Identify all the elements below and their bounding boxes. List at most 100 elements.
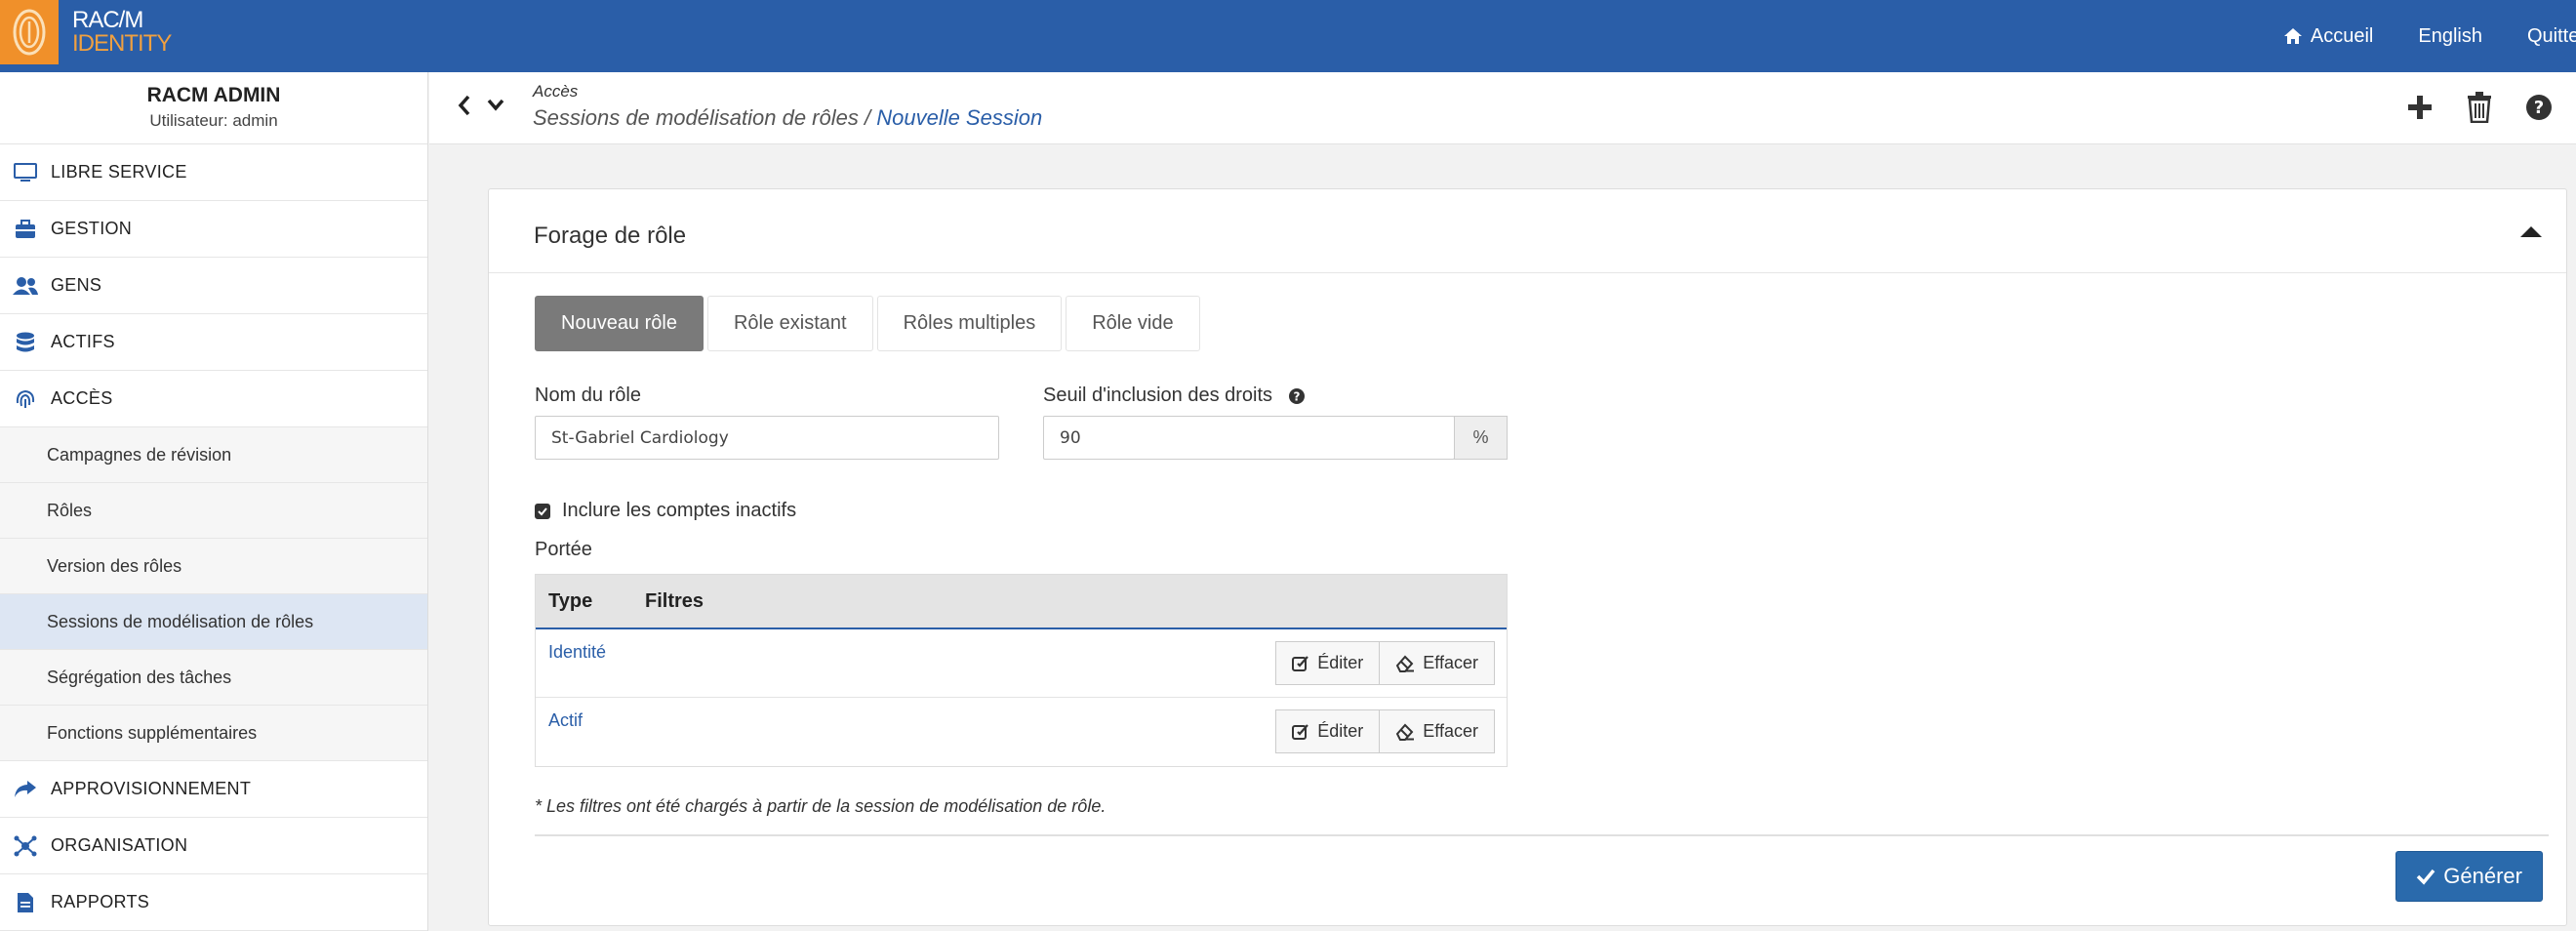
check-icon [538, 506, 547, 515]
scope-label: Portée [535, 539, 592, 560]
filters-note: * Les filtres ont été chargés à partir d… [535, 796, 1107, 816]
scope-table-header: Type Filtres [536, 575, 1507, 629]
sidebar-subitem-label: Campagnes de révision [47, 444, 232, 465]
sidebar-subitem-fonctions[interactable]: Fonctions supplémentaires [0, 706, 427, 761]
trash-icon[interactable] [2467, 92, 2492, 123]
sidebar-subitem-label: Ségrégation des tâches [47, 667, 232, 687]
scope-table: Type Filtres Identité Éditer Effacer Act… [535, 574, 1508, 767]
sidebar-item-label: ORGANISATION [51, 835, 188, 855]
user-box: RACM ADMIN Utilisateur: admin [0, 72, 427, 144]
sidebar-subitem-sessions-modelisation[interactable]: Sessions de modélisation de rôles [0, 594, 427, 650]
tab-nouveau-role[interactable]: Nouveau rôle [535, 296, 704, 351]
breadcrumb: Sessions de modélisation de rôles / Nouv… [533, 105, 1042, 131]
sidebar-subitem-label: Fonctions supplémentaires [47, 722, 258, 743]
edit-button[interactable]: Éditer [1275, 641, 1381, 685]
sidebar-item-gestion[interactable]: GESTION [0, 201, 427, 258]
sidebar-subitem-version-roles[interactable]: Version des rôles [0, 539, 427, 594]
divider [535, 834, 2549, 836]
document-icon [0, 892, 51, 913]
fingerprint-logo-icon [0, 0, 59, 64]
edit-button[interactable]: Éditer [1275, 709, 1381, 753]
logo-text-line2: IDENTITY [72, 30, 172, 57]
sidebar-item-actifs[interactable]: ACTIFS [0, 314, 427, 371]
threshold-label-row: Seuil d'inclusion des droits ? [1043, 385, 1306, 407]
card-header: Forage de rôle [489, 189, 2566, 273]
column-header-filtres: Filtres [645, 589, 704, 612]
svg-text:?: ? [2534, 98, 2544, 118]
include-inactive-label: Inclure les comptes inactifs [562, 500, 797, 521]
check-icon [2417, 869, 2435, 885]
share-icon [0, 780, 51, 799]
breadcrumb-section: Accès [533, 82, 579, 101]
home-icon [2283, 28, 2302, 44]
scope-type-link[interactable]: Actif [548, 710, 583, 731]
add-icon[interactable] [2406, 94, 2434, 121]
sidebar-item-gens[interactable]: GENS [0, 258, 427, 314]
sidebar-item-acces[interactable]: ACCÈS [0, 371, 427, 427]
clear-button[interactable]: Effacer [1380, 641, 1495, 685]
clear-label: Effacer [1423, 653, 1478, 672]
top-nav: Accueil English Quitter [2238, 0, 2576, 72]
sidebar-item-rapports[interactable]: RAPPORTS [0, 874, 427, 931]
sidebar-subitem-roles[interactable]: Rôles [0, 483, 427, 539]
nav-quit-link[interactable]: Quitter [2527, 25, 2576, 48]
role-mining-card: Forage de rôle Nouveau rôle Rôle existan… [488, 188, 2567, 926]
include-inactive-row: Inclure les comptes inactifs [535, 500, 796, 522]
sidebar-item-libre-service[interactable]: LIBRE SERVICE [0, 144, 427, 201]
people-icon [0, 276, 51, 296]
tab-roles-multiples[interactable]: Rôles multiples [876, 296, 1063, 351]
edit-label: Éditer [1317, 653, 1364, 672]
network-icon [0, 835, 51, 857]
sidebar-subitem-label: Version des rôles [47, 555, 182, 576]
column-header-type: Type [548, 589, 593, 612]
sidebar-subitem-campagnes[interactable]: Campagnes de révision [0, 427, 427, 483]
help-icon[interactable]: ? [2525, 94, 2553, 121]
sidebar-subitem-segregation[interactable]: Ségrégation des tâches [0, 650, 427, 706]
edit-label: Éditer [1317, 721, 1364, 741]
app-logo[interactable]: RAC/M IDENTITY [0, 0, 172, 64]
threshold-input[interactable]: 90 [1043, 416, 1455, 460]
nav-language-label: English [2418, 24, 2482, 47]
threshold-label: Seuil d'inclusion des droits [1043, 385, 1273, 406]
edit-icon [1292, 655, 1309, 671]
include-inactive-checkbox[interactable] [535, 503, 550, 519]
chevron-down-icon[interactable] [486, 94, 505, 117]
sidebar-item-organisation[interactable]: ORGANISATION [0, 818, 427, 874]
eraser-icon [1396, 655, 1415, 672]
question-circle-icon[interactable]: ? [1288, 387, 1306, 405]
monitor-icon [0, 162, 51, 182]
nav-quit-label: Quitter [2526, 24, 2576, 47]
chevron-left-icon[interactable] [457, 94, 472, 117]
clear-button[interactable]: Effacer [1380, 709, 1495, 753]
sidebar-item-label: LIBRE SERVICE [51, 162, 187, 182]
role-name-input[interactable]: St-Gabriel Cardiology [535, 416, 999, 460]
sidebar-item-label: GENS [51, 275, 102, 295]
sidebar-item-label: RAPPORTS [51, 892, 150, 911]
database-icon [0, 332, 51, 353]
generate-button[interactable]: Générer [2395, 851, 2543, 902]
role-type-tabs: Nouveau rôle Rôle existant Rôles multipl… [535, 296, 1200, 351]
sidebar-item-label: APPROVISIONNEMENT [51, 779, 252, 798]
sidebar-subitem-label: Sessions de modélisation de rôles [47, 611, 314, 631]
eraser-icon [1396, 723, 1415, 741]
percent-addon: % [1454, 416, 1508, 460]
collapse-caret-icon[interactable] [2519, 224, 2543, 238]
user-label: Utilisateur: admin [149, 111, 278, 130]
scope-type-link[interactable]: Identité [548, 642, 606, 663]
top-bar: RAC/M IDENTITY Accueil English Quitter [0, 0, 2576, 72]
clear-label: Effacer [1423, 721, 1478, 741]
admin-name: RACM ADMIN [146, 84, 281, 106]
sidebar: RACM ADMIN Utilisateur: admin LIBRE SERV… [0, 72, 428, 931]
card-title: Forage de rôle [534, 223, 687, 249]
sidebar-subitem-label: Rôles [47, 500, 93, 520]
nav-home-link[interactable]: Accueil [2283, 25, 2373, 48]
sidebar-item-approvisionnement[interactable]: APPROVISIONNEMENT [0, 761, 427, 818]
breadcrumb-path[interactable]: Sessions de modélisation de rôles / [533, 105, 870, 130]
sidebar-item-label: GESTION [51, 219, 133, 238]
table-row: Actif Éditer Effacer [536, 698, 1507, 766]
sidebar-item-label: ACCÈS [51, 388, 113, 408]
tab-role-existant[interactable]: Rôle existant [706, 296, 873, 351]
role-name-label: Nom du rôle [535, 385, 641, 406]
tab-role-vide[interactable]: Rôle vide [1066, 296, 1200, 351]
nav-language-link[interactable]: English [2418, 25, 2482, 48]
